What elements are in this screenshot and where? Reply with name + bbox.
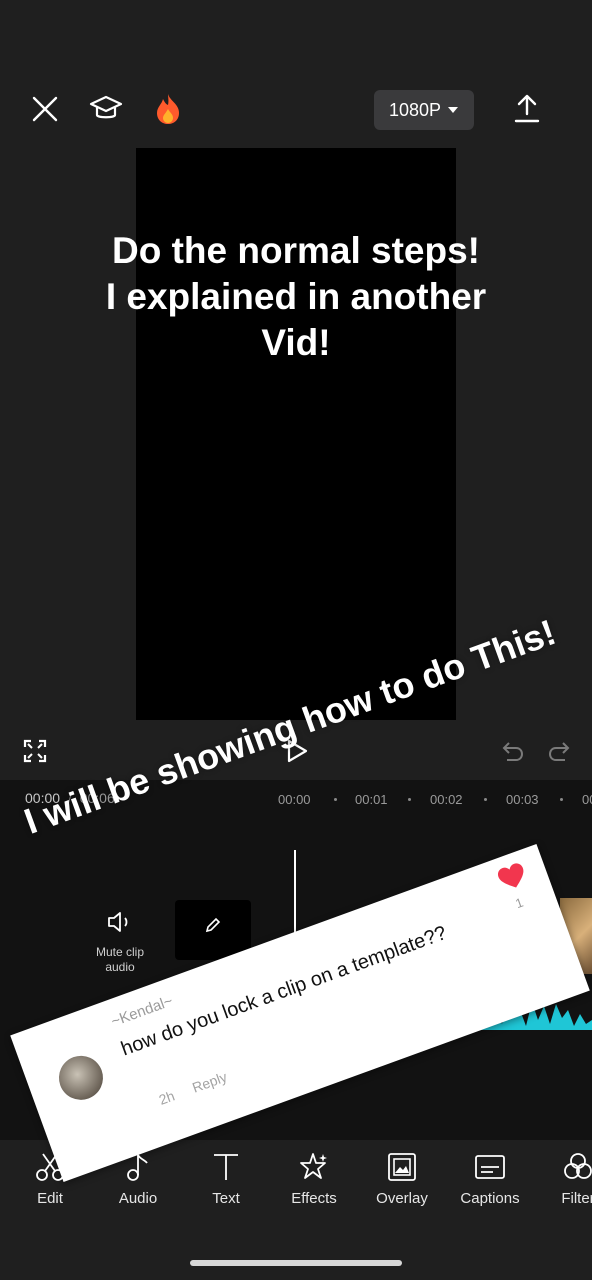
comment-meta: 2h Reply [156, 1063, 244, 1108]
tutorial-graduation-cap-icon[interactable] [85, 88, 127, 130]
ruler-dot [484, 798, 487, 801]
tool-label: Text [212, 1190, 240, 1207]
resolution-label: 1080P [388, 99, 442, 120]
effects-star-icon [274, 1150, 354, 1184]
commenter-avatar [52, 1049, 110, 1107]
tool-captions[interactable]: Captions [450, 1150, 530, 1207]
tool-label: Audio [118, 1190, 158, 1207]
overlay-icon [362, 1150, 442, 1184]
reply-link[interactable]: Reply [190, 1068, 229, 1095]
ruler-tick-1: 00:01 [355, 792, 388, 807]
pencil-icon [205, 917, 221, 933]
home-indicator[interactable] [190, 1260, 402, 1266]
ruler-tick-3: 00:03 [506, 792, 539, 807]
tool-label: Captions [460, 1190, 520, 1207]
text-icon [186, 1150, 266, 1184]
export-upload-icon[interactable] [506, 88, 548, 130]
fullscreen-icon[interactable] [20, 736, 50, 766]
tool-label: Effects [291, 1190, 337, 1207]
tool-filter[interactable]: Filter [538, 1150, 592, 1207]
close-icon[interactable] [24, 88, 66, 130]
undo-icon[interactable] [498, 736, 528, 766]
heart-icon[interactable] [495, 860, 530, 894]
bottom-toolbar: Edit Audio Text Effects Overlay Captions [0, 1140, 592, 1220]
comment-age: 2h [156, 1087, 177, 1108]
ruler-dot [560, 798, 563, 801]
captions-icon [450, 1150, 530, 1184]
tool-label: Overlay [376, 1190, 428, 1207]
tool-text[interactable]: Text [186, 1150, 266, 1207]
mute-clip-audio-label[interactable]: Mute clip audio [88, 945, 152, 975]
ruler-tick-0: 00:00 [278, 792, 311, 807]
preview-overlay-text: Do the normal steps! I explained in anot… [40, 228, 552, 366]
ruler-tick-2: 00:02 [430, 792, 463, 807]
caret-down-icon [448, 107, 459, 113]
fire-icon[interactable] [147, 88, 189, 130]
ruler-tick-4: 00 [582, 792, 592, 807]
tool-label: Filter [561, 1190, 592, 1207]
preview-overlay-line-2: I explained in another [105, 276, 487, 317]
scissors-icon [10, 1150, 90, 1184]
ruler-dot [334, 798, 337, 801]
preview-overlay-line-3: Vid! [261, 322, 331, 363]
tool-audio[interactable]: Audio [98, 1150, 178, 1207]
tool-overlay[interactable]: Overlay [362, 1150, 442, 1207]
music-note-icon [98, 1150, 178, 1184]
mute-speaker-icon[interactable] [106, 910, 134, 939]
tool-effects[interactable]: Effects [274, 1150, 354, 1207]
redo-icon[interactable] [544, 736, 574, 766]
filter-icon [538, 1150, 592, 1184]
like-count: 1 [513, 894, 526, 912]
tool-edit[interactable]: Edit [10, 1150, 90, 1207]
resolution-selector[interactable]: 1080P [374, 90, 474, 130]
tool-label: Edit [37, 1190, 63, 1207]
preview-overlay-line-1: Do the normal steps! [112, 230, 480, 271]
ruler-dot [408, 798, 411, 801]
